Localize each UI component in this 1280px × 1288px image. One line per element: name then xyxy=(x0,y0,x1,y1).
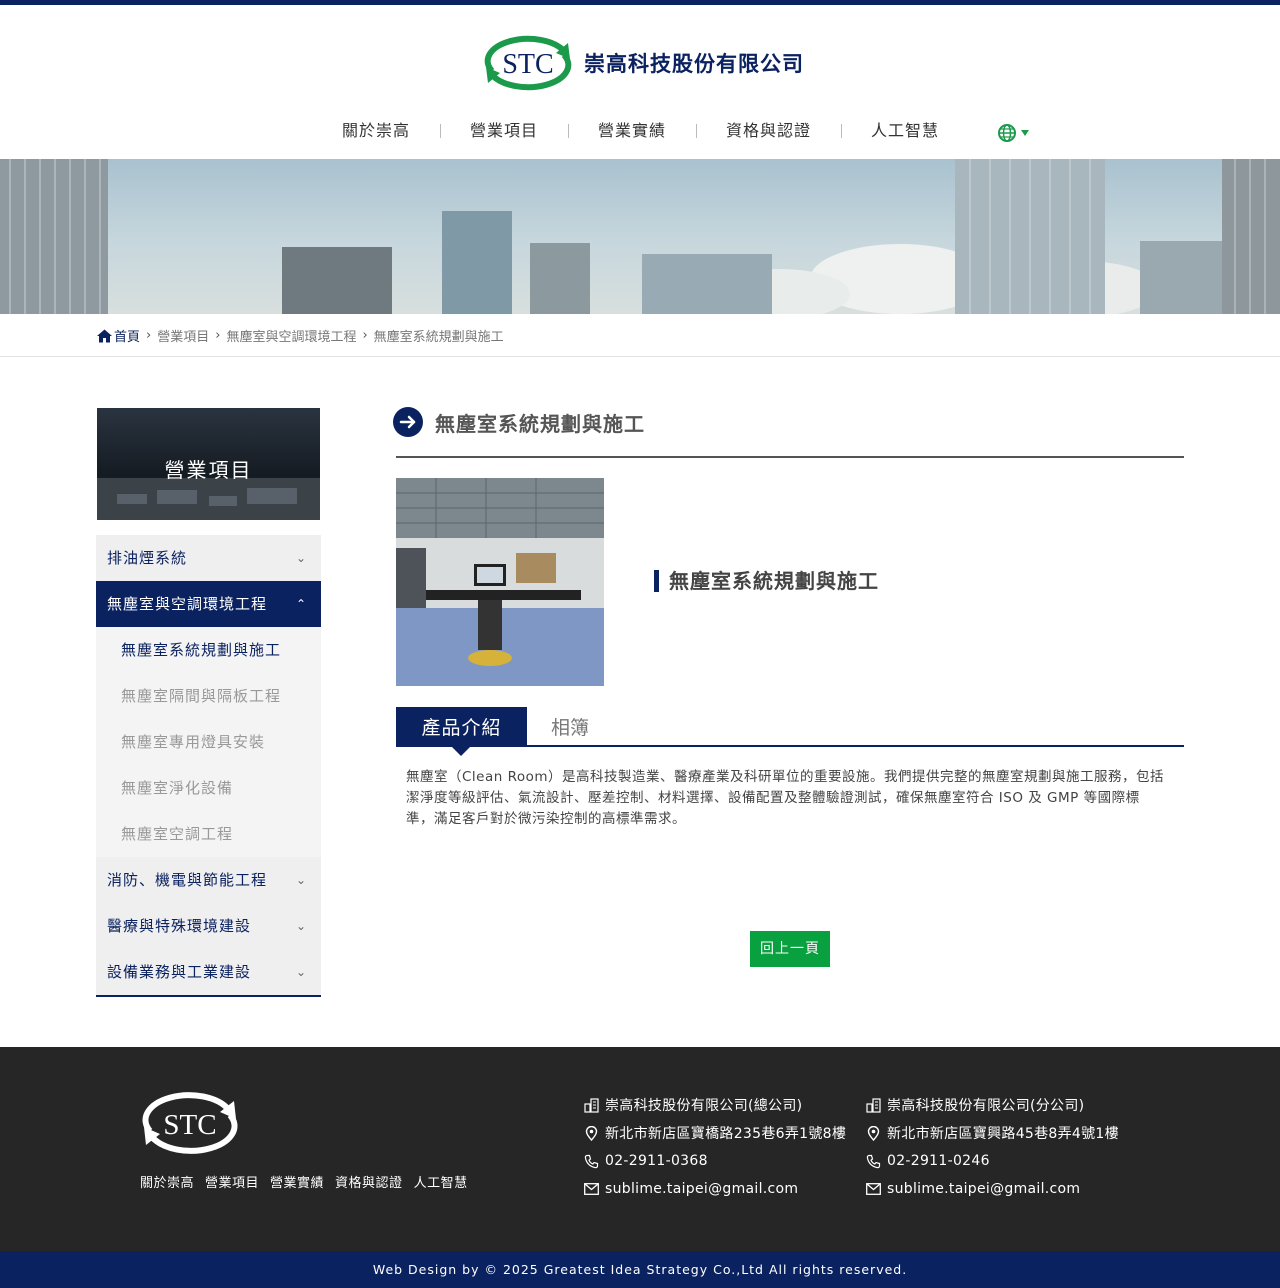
sidebar-item-label: 排油煙系統 xyxy=(107,549,188,567)
logo-letters: STC xyxy=(502,49,553,80)
chevron-up-icon: ⌃ xyxy=(295,597,307,611)
footer-link-ai[interactable]: 人工智慧 xyxy=(414,1172,468,1191)
nav-divider xyxy=(568,124,569,138)
sidebar-subitem-partition[interactable]: 無塵室隔間與隔板工程 xyxy=(96,673,321,719)
chevron-down-icon: ⌄ xyxy=(295,919,307,933)
company-name: 崇高科技股份有限公司 xyxy=(584,52,804,76)
chevron-right-icon: › xyxy=(146,328,152,343)
arrow-right-icon xyxy=(393,407,423,437)
page-title: 無塵室系統規劃與施工 xyxy=(435,411,645,436)
copyright-bar: Web Design by © 2025 Greatest Idea Strat… xyxy=(0,1251,1280,1288)
sidebar-item-label: 消防、機電與節能工程 xyxy=(107,871,268,889)
footer-link-certification[interactable]: 資格與認證 xyxy=(335,1172,403,1191)
page-title-row: 無塵室系統規劃與施工 xyxy=(393,407,645,437)
title-divider xyxy=(396,456,1184,458)
building-icon xyxy=(866,1097,881,1113)
globe-icon xyxy=(998,124,1016,142)
office-name: 崇高科技股份有限公司(分公司) xyxy=(887,1098,1085,1114)
nav-item-performance[interactable]: 營業實績 xyxy=(598,118,666,144)
sidebar-item-medical[interactable]: 醫療與特殊環境建設 ⌄ xyxy=(96,903,321,949)
breadcrumb-bar: 首頁 › 營業項目 › 無塵室與空調環境工程 › 無塵室系統規劃與施工 xyxy=(0,314,1280,357)
breadcrumb-item[interactable]: 無塵室與空調環境工程 xyxy=(226,326,356,345)
nav-item-about[interactable]: 關於崇高 xyxy=(342,118,410,144)
sidebar-subitem-hvac[interactable]: 無塵室空調工程 xyxy=(96,811,321,857)
sidebar-subitem-planning[interactable]: 無塵室系統規劃與施工 xyxy=(96,627,321,673)
mail-icon xyxy=(584,1183,599,1195)
nav-divider xyxy=(440,124,441,138)
footer-logo[interactable]: STC xyxy=(140,1091,240,1155)
tab-product-intro[interactable]: 產品介紹 xyxy=(396,707,527,756)
back-button[interactable]: 回上一頁 xyxy=(750,931,830,967)
footer-link-performance[interactable]: 營業實績 xyxy=(270,1172,324,1191)
phone-icon xyxy=(866,1154,881,1168)
top-accent-bar xyxy=(0,0,1280,5)
language-switcher[interactable] xyxy=(997,123,1030,143)
breadcrumb-home[interactable]: 首頁 xyxy=(114,326,140,345)
sidebar-item-label: 醫療與特殊環境建設 xyxy=(107,917,252,935)
sidebar-subitem-lighting[interactable]: 無塵室專用燈具安裝 xyxy=(96,719,321,765)
chevron-down-icon: ⌄ xyxy=(295,873,307,887)
building-icon xyxy=(584,1097,599,1113)
product-description: 無塵室（Clean Room）是高科技製造業、醫療產業及科研單位的重要設施。我們… xyxy=(406,769,1165,827)
location-pin-icon xyxy=(585,1125,598,1141)
sidebar-item-exhaust[interactable]: 排油煙系統 ⌄ xyxy=(96,535,321,581)
office-phone[interactable]: 02-2911-0368 xyxy=(605,1153,708,1169)
location-pin-icon xyxy=(867,1125,880,1141)
sidebar-item-label: 無塵室與空調環境工程 xyxy=(107,595,268,613)
product-name: 無塵室系統規劃與施工 xyxy=(654,570,879,592)
caret-down-icon xyxy=(1021,130,1029,136)
office-address: 新北市新店區寶橋路235巷6弄1號8樓 xyxy=(605,1126,847,1142)
footer-link-business[interactable]: 營業項目 xyxy=(205,1172,259,1191)
product-tabs: 產品介紹 相簿 xyxy=(396,707,1184,756)
sidebar-item-equipment[interactable]: 設備業務與工業建設 ⌄ xyxy=(96,949,321,995)
mail-icon xyxy=(866,1183,881,1195)
sidebar-item-cleanroom[interactable]: 無塵室與空調環境工程 ⌃ xyxy=(96,581,321,627)
tab-album[interactable]: 相簿 xyxy=(551,707,589,747)
office-email[interactable]: sublime.taipei@gmail.com xyxy=(887,1181,1080,1197)
chevron-right-icon: › xyxy=(215,328,221,343)
sidebar-menu: 排油煙系統 ⌄ 無塵室與空調環境工程 ⌃ 無塵室系統規劃與施工 無塵室隔間與隔板… xyxy=(96,535,321,997)
nav-divider xyxy=(841,124,842,138)
office-address: 新北市新店區寶興路45巷8弄4號1樓 xyxy=(887,1126,1119,1142)
sidebar-item-fire-mep[interactable]: 消防、機電與節能工程 ⌄ xyxy=(96,857,321,903)
footer-logo-letters: STC xyxy=(163,1109,216,1141)
sidebar-header: 營業項目 xyxy=(97,408,320,520)
breadcrumb-item[interactable]: 營業項目 xyxy=(157,326,209,345)
chevron-down-icon: ⌄ xyxy=(295,965,307,979)
site-logo[interactable]: STC 崇高科技股份有限公司 xyxy=(480,33,804,93)
home-icon xyxy=(97,329,112,342)
footer-office-branch: 崇高科技股份有限公司(分公司) 新北市新店區寶興路45巷8弄4號1樓 02-29… xyxy=(866,1091,1119,1203)
phone-icon xyxy=(584,1154,599,1168)
office-name: 崇高科技股份有限公司(總公司) xyxy=(605,1098,803,1114)
hero-banner-city-skyline xyxy=(0,159,1280,314)
nav-item-certification[interactable]: 資格與認證 xyxy=(726,118,811,144)
footer: STC 關於崇高 營業項目 營業實績 資格與認證 人工智慧 崇高科技股份有限公司… xyxy=(0,1047,1280,1251)
nav-item-business[interactable]: 營業項目 xyxy=(470,118,538,144)
breadcrumb: 首頁 › 營業項目 › 無塵室與空調環境工程 › 無塵室系統規劃與施工 xyxy=(97,326,504,345)
sidebar-title: 營業項目 xyxy=(164,458,253,482)
stc-logo-mark: STC xyxy=(480,33,576,93)
chevron-right-icon: › xyxy=(362,328,368,343)
chevron-down-icon: ⌄ xyxy=(295,551,307,565)
main-nav: 關於崇高 營業項目 營業實績 資格與認證 人工智慧 xyxy=(0,118,1280,146)
sidebar-item-label: 設備業務與工業建設 xyxy=(107,963,252,981)
footer-links: 關於崇高 營業項目 營業實績 資格與認證 人工智慧 xyxy=(140,1172,468,1191)
nav-divider xyxy=(696,124,697,138)
office-email[interactable]: sublime.taipei@gmail.com xyxy=(605,1181,798,1197)
footer-link-about[interactable]: 關於崇高 xyxy=(140,1172,194,1191)
office-phone[interactable]: 02-2911-0246 xyxy=(887,1153,990,1169)
footer-office-hq: 崇高科技股份有限公司(總公司) 新北市新店區寶橋路235巷6弄1號8樓 02-2… xyxy=(584,1091,846,1203)
nav-item-ai[interactable]: 人工智慧 xyxy=(871,118,939,144)
product-image-operating-room[interactable] xyxy=(396,478,604,686)
sidebar-subitem-purification[interactable]: 無塵室淨化設備 xyxy=(96,765,321,811)
breadcrumb-current: 無塵室系統規劃與施工 xyxy=(373,330,504,345)
